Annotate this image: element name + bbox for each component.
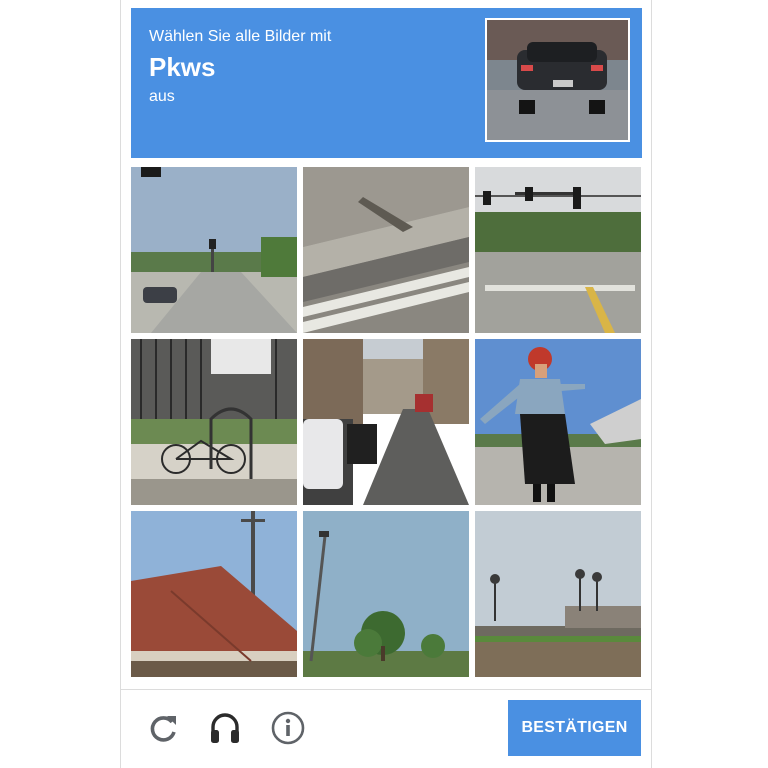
reload-icon[interactable] bbox=[143, 708, 183, 748]
image-tile-9[interactable] bbox=[475, 511, 641, 677]
image-grid bbox=[131, 167, 642, 678]
city-street-image bbox=[303, 339, 469, 505]
instruction-suffix: aus bbox=[149, 88, 175, 105]
palms-field-image bbox=[475, 511, 641, 677]
confirm-button[interactable]: BESTÄTIGEN bbox=[508, 700, 641, 756]
bicycle-image bbox=[131, 339, 297, 505]
image-tile-2[interactable] bbox=[303, 167, 469, 333]
image-tile-5[interactable] bbox=[303, 339, 469, 505]
intersection-image bbox=[475, 167, 641, 333]
image-tile-4[interactable] bbox=[131, 339, 297, 505]
captcha-footer: BESTÄTIGEN bbox=[121, 689, 651, 768]
image-tile-6[interactable] bbox=[475, 339, 641, 505]
curb-road-image bbox=[303, 167, 469, 333]
image-tile-8[interactable] bbox=[303, 511, 469, 677]
target-object-label: Pkws bbox=[149, 52, 216, 82]
challenge-header: Wählen Sie alle Bilder mit Pkws aus bbox=[131, 8, 642, 158]
instruction-text: Wählen Sie alle Bilder mit bbox=[149, 28, 332, 45]
sample-car-image bbox=[487, 20, 628, 140]
headphones-icon[interactable] bbox=[205, 708, 245, 748]
image-tile-7[interactable] bbox=[131, 511, 297, 677]
tree-pole-image bbox=[303, 511, 469, 677]
info-icon[interactable] bbox=[268, 708, 308, 748]
image-tile-3[interactable] bbox=[475, 167, 641, 333]
roof-image bbox=[131, 511, 297, 677]
person-road-image bbox=[475, 339, 641, 505]
sample-image bbox=[485, 18, 630, 142]
street-car-image bbox=[131, 167, 297, 333]
image-tile-1[interactable] bbox=[131, 167, 297, 333]
